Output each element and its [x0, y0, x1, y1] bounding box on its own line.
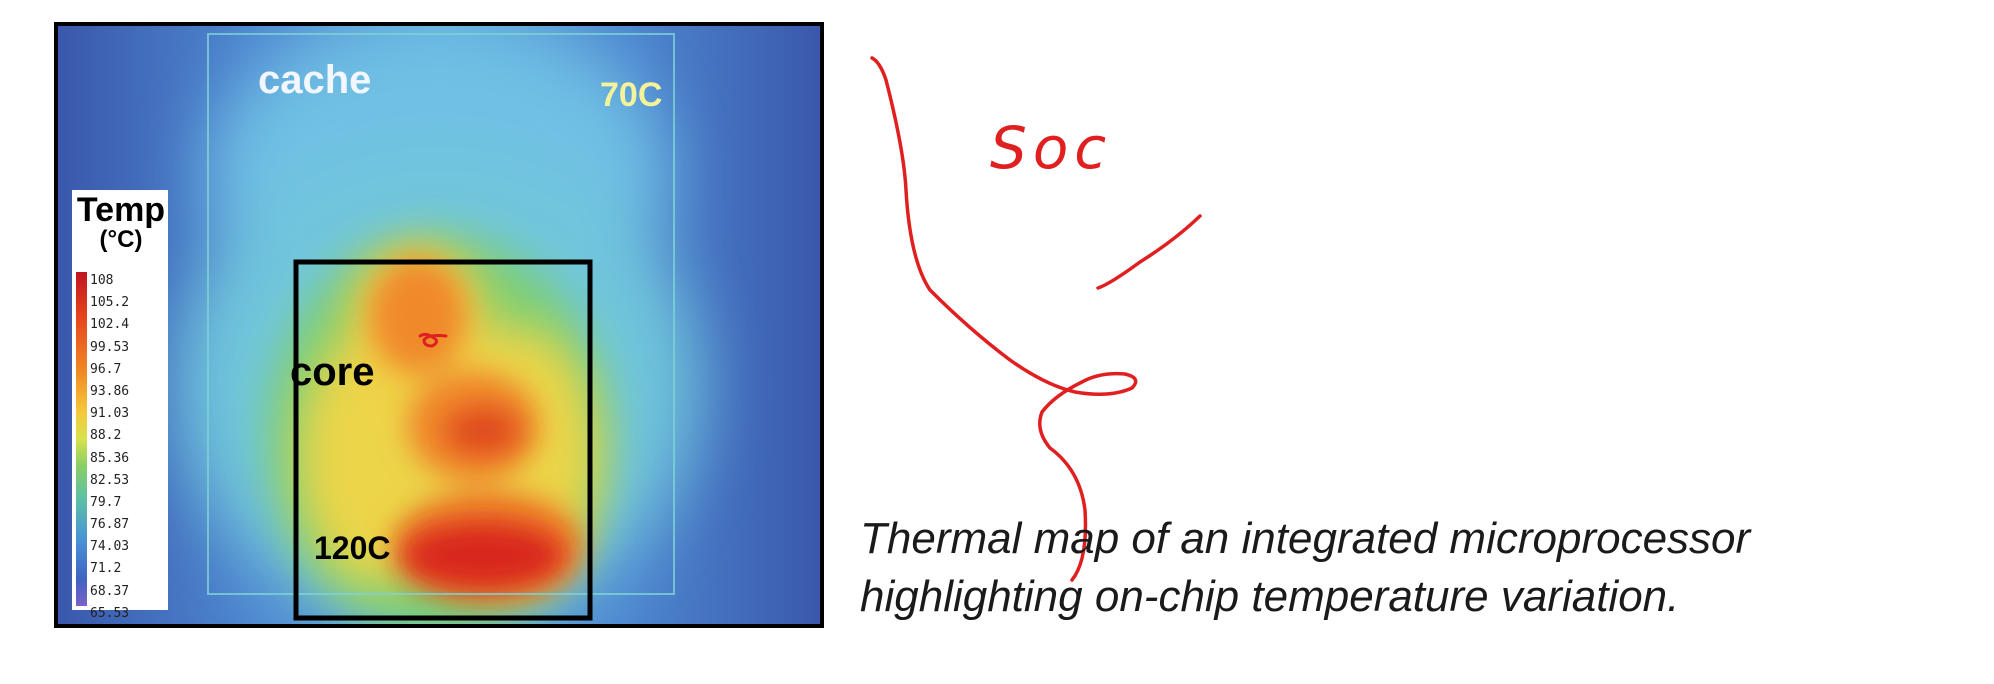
- caption-line-1: Thermal map of an integrated microproces…: [860, 514, 1751, 563]
- hotspot-mid: [445, 407, 521, 455]
- legend-tick-list: 108 105.2 102.4 99.53 96.7 93.86 91.03 88.2 85.3…: [90, 270, 166, 624]
- core-label: core: [290, 350, 375, 394]
- legend-tick-label: 93.86: [90, 383, 130, 399]
- annotation-soc-text: Soc: [990, 114, 1112, 182]
- temperature-legend: Temp (°C) 108 105.2 102.4 99.53 96.7 93.86 91.…: [72, 190, 168, 621]
- legend-tick-label: 105.2: [90, 295, 130, 311]
- figure-caption: Thermal map of an integrated microproces…: [860, 510, 1860, 626]
- legend-tick-label: 68.37: [90, 583, 130, 599]
- legend-tick-label: 88.2: [90, 428, 122, 444]
- annotation-boundary-stroke: [870, 56, 1138, 582]
- legend-tick-label: 91.03: [90, 406, 130, 422]
- cache-temperature: 70C: [600, 76, 663, 114]
- core-temperature: 120C: [314, 530, 391, 566]
- annotation-diagonal-stroke: [1096, 214, 1202, 290]
- legend-tick-label: 76.87: [90, 517, 130, 533]
- legend-tick-label: 82.53: [90, 472, 130, 488]
- legend-tick-label: 79.7: [90, 494, 122, 510]
- cache-label: cache: [258, 58, 372, 102]
- legend-tick-label: 65.53: [90, 605, 130, 621]
- legend-unit: (°C): [99, 226, 143, 253]
- legend-tick-label: 99.53: [90, 339, 130, 355]
- legend-tick-label: 108: [90, 273, 114, 288]
- caption-line-2: highlighting on-chip temperature variati…: [860, 572, 1680, 621]
- legend-title: Temp: [76, 191, 166, 229]
- hotspot-bottom: [401, 522, 565, 590]
- legend-tick-label: 102.4: [90, 317, 130, 333]
- thermal-map-image: cache 70C core 120C Temp (°C) 108 105.2 10…: [54, 22, 824, 628]
- legend-color-scale: [76, 272, 87, 606]
- legend-tick-label: 96.7: [90, 361, 122, 377]
- legend-tick-label: 71.2: [90, 561, 122, 577]
- thermal-heatmap: [58, 26, 820, 624]
- legend-tick-label: 74.03: [90, 539, 130, 555]
- legend-tick-label: 85.36: [90, 450, 130, 466]
- heat-zone-orange-top: [370, 258, 466, 374]
